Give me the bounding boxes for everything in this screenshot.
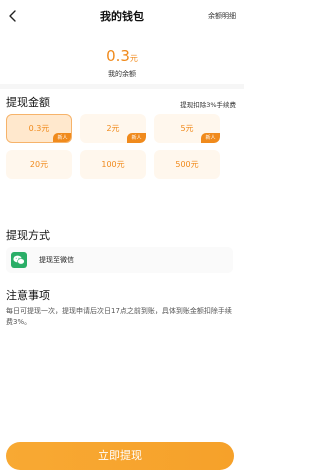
wechat-withdraw-option[interactable]: 提现至微信 [6,247,233,273]
new-user-badge: 新人 [201,133,220,143]
amount-option-500[interactable]: 500元 [154,150,220,179]
balance-label: 我的余额 [108,70,136,78]
amount-option-2[interactable]: 2元 新人 [80,114,146,143]
balance-amount: 0.3元 [0,46,244,65]
amount-label: 20元 [29,160,49,169]
method-label: 提现至微信 [39,256,74,264]
withdraw-button[interactable]: 立即提现 [6,442,234,470]
amount-label: 500元 [175,160,199,169]
new-user-badge: 新人 [53,133,71,142]
amount-label: 0.3元 [28,124,50,133]
new-user-badge: 新人 [127,133,146,143]
fee-note: 提现扣除3%手续费 [180,101,236,109]
amount-option-20[interactable]: 20元 [6,150,72,179]
balance-detail-link[interactable]: 余额明细 [208,11,236,21]
balance-value: 0.3 [106,47,130,65]
top-bar: 我的钱包 余额明细 [0,0,244,32]
balance-unit: 元 [129,54,138,63]
amount-option-100[interactable]: 100元 [80,150,146,179]
notice-text: 每日可提现一次，提现申请后次日17点之前到账，具体到账金额扣除手续费3%。 [6,307,232,326]
amount-label: 2元 [106,124,120,133]
amount-option-0-3[interactable]: 0.3元 新人 [6,114,72,143]
wechat-icon [11,252,27,268]
amount-label: 5元 [180,124,194,133]
withdraw-method-title: 提现方式 [6,229,50,242]
notice-title: 注意事项 [6,289,50,302]
withdraw-amount-title: 提现金额 [6,96,50,109]
amount-option-5[interactable]: 5元 新人 [154,114,220,143]
divider [0,84,244,89]
amount-label: 100元 [101,160,125,169]
